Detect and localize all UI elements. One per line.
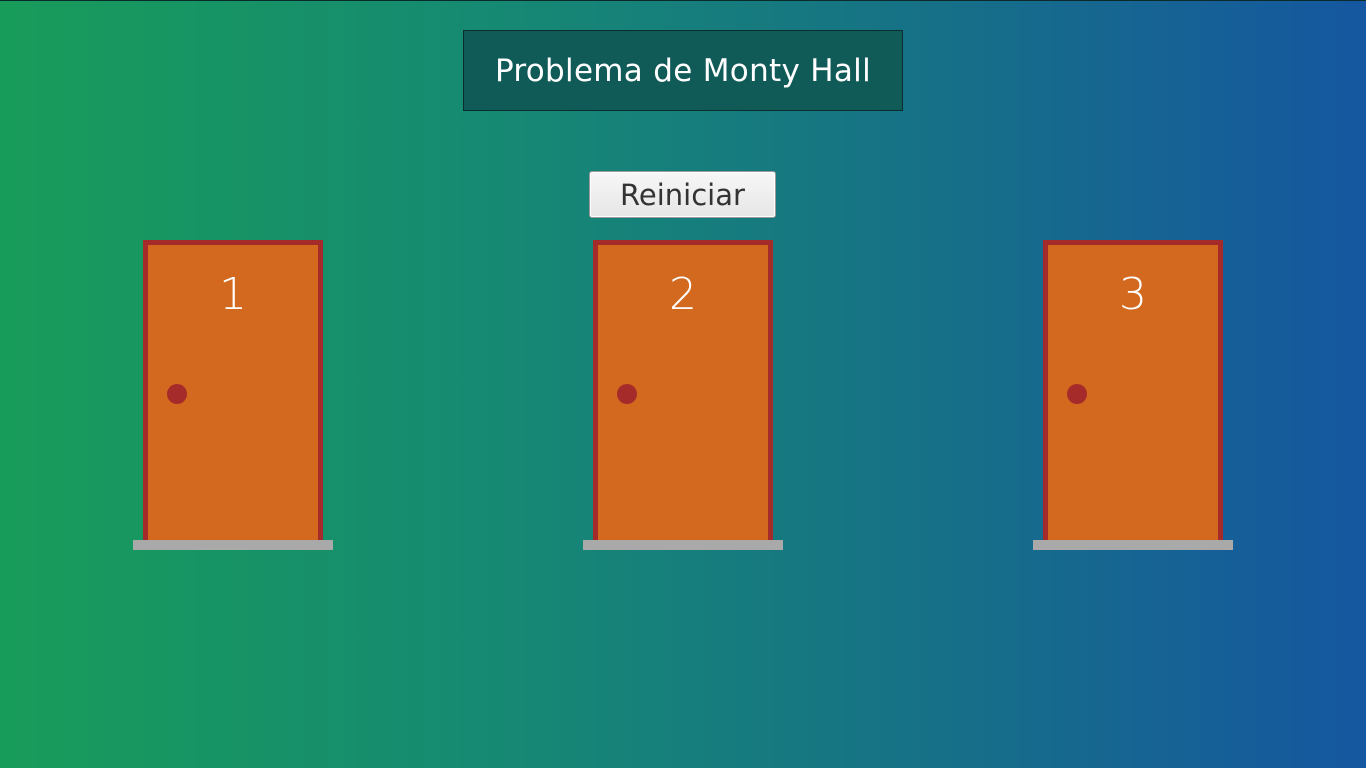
door-step	[133, 540, 333, 550]
door-number-label: 2	[669, 269, 697, 320]
door-knob-icon	[617, 384, 637, 404]
door-3[interactable]: 3	[1043, 240, 1223, 540]
page-title: Problema de Monty Hall	[463, 30, 903, 111]
door-step	[1033, 540, 1233, 550]
door-number-label: 1	[219, 269, 247, 320]
door-2-container: 2	[583, 240, 783, 550]
door-2[interactable]: 2	[593, 240, 773, 540]
reset-button[interactable]: Reiniciar	[589, 171, 776, 218]
door-step	[583, 540, 783, 550]
door-1-container: 1	[133, 240, 333, 550]
door-1[interactable]: 1	[143, 240, 323, 540]
door-3-container: 3	[1033, 240, 1233, 550]
door-number-label: 3	[1119, 269, 1147, 320]
door-knob-icon	[1067, 384, 1087, 404]
door-knob-icon	[167, 384, 187, 404]
top-border	[0, 0, 1366, 1]
